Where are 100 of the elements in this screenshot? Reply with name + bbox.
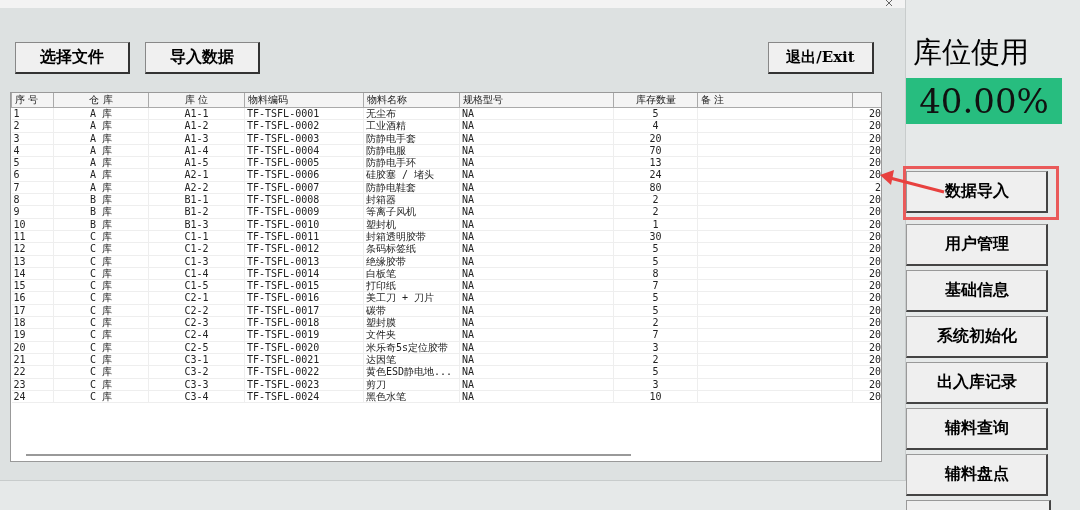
table-cell: NA	[462, 120, 475, 132]
table-cell: NA	[462, 280, 475, 292]
table-cell: 20	[868, 230, 881, 242]
table-cell: 20	[868, 304, 881, 316]
table-cell: TF-TSFL-0022	[247, 366, 320, 378]
table-cell: NA	[462, 108, 475, 119]
table-cell: 30	[649, 230, 662, 242]
table-cell: 5	[652, 243, 659, 255]
table-cell: TF-TSFL-0016	[247, 292, 320, 304]
column-header[interactable]: 仓 库	[53, 93, 149, 108]
table-cell: TF-TSFL-0018	[247, 317, 320, 329]
toolbar-button[interactable]: 选择文件	[15, 42, 130, 74]
table-cell: 美工刀 + 刀片	[366, 292, 435, 304]
table-cell: 23	[13, 378, 26, 390]
table-cell: C 库	[89, 243, 112, 255]
table-cell: A2-2	[184, 181, 209, 193]
table-cell: B1-1	[184, 194, 209, 206]
table-cell: 20	[868, 329, 881, 341]
table-cell: 20	[868, 120, 881, 132]
table-cell: 20	[868, 157, 881, 169]
table-cell: A1-2	[184, 120, 209, 132]
nav-button[interactable]: 出入库记录	[906, 362, 1048, 404]
table-cell: A1-5	[184, 157, 209, 169]
table-cell: 20	[868, 255, 881, 267]
table-cell: 17	[13, 304, 26, 316]
table-cell: 打印纸	[366, 280, 396, 292]
table-cell: 20	[868, 267, 881, 279]
table-cell: 22	[13, 366, 26, 378]
table-cell: 硅胶塞 / 堵头	[366, 169, 435, 181]
table-cell: A1-1	[184, 108, 209, 119]
table-cell: 等离子风机	[366, 206, 416, 218]
table-cell: 5	[652, 366, 659, 378]
table-cell: 2	[874, 181, 881, 193]
table-cell: 防静电手套	[366, 132, 416, 144]
table-cell: TF-TSFL-0001	[247, 108, 320, 119]
table-cell: C2-2	[184, 304, 209, 316]
nav-button[interactable]: 系统初始化	[906, 316, 1048, 358]
table-cell: 20	[868, 243, 881, 255]
table-cell: 20	[868, 108, 881, 119]
table-cell: C 库	[89, 292, 112, 304]
exit-button[interactable]: 退出/Exit	[768, 42, 874, 74]
table-cell: 条码标签纸	[366, 243, 416, 255]
column-header[interactable]: 序 号	[11, 93, 54, 108]
table-cell: 80	[649, 181, 662, 193]
table-cell: TF-TSFL-0004	[247, 144, 320, 156]
nav-button[interactable]: 基础信息	[906, 270, 1048, 312]
table-cell: 21	[13, 353, 26, 365]
table-cell: C1-1	[184, 230, 209, 242]
nav-button[interactable]: 辅料盘点	[906, 454, 1048, 496]
table-cell: 24	[13, 390, 26, 402]
nav-button[interactable]: 数据导入	[906, 171, 1048, 213]
table-cell: NA	[462, 317, 475, 329]
table-cell: TF-TSFL-0012	[247, 243, 320, 255]
table-cell: TF-TSFL-0005	[247, 157, 320, 169]
column-header[interactable]: 物料编码	[244, 93, 364, 108]
table-cell: A 库	[89, 144, 112, 156]
table-cell: 18	[13, 317, 26, 329]
column-header[interactable]: 库 位	[148, 93, 245, 108]
column-header[interactable]: 规格型号	[459, 93, 614, 108]
table-cell: A 库	[89, 157, 112, 169]
table-cell: NA	[462, 181, 475, 193]
usage-label: 库位使用	[913, 34, 1029, 70]
table-cell: 20	[868, 218, 881, 230]
table-cell: 6	[13, 169, 20, 181]
nav-button[interactable]: 辅料查询	[906, 408, 1048, 450]
table-cell: A 库	[89, 132, 112, 144]
table-cell: 3	[652, 378, 659, 390]
table-cell: 20	[868, 390, 881, 402]
table-cell: NA	[462, 329, 475, 341]
table-cell: C 库	[89, 353, 112, 365]
column-header[interactable]: 物料名称	[363, 93, 460, 108]
table-cell: B 库	[89, 194, 112, 206]
table-cell: NA	[462, 230, 475, 242]
table-cell: TF-TSFL-0007	[247, 181, 320, 193]
table-cell: 5	[652, 292, 659, 304]
table-cell: 无尘布	[366, 108, 396, 119]
table-cell: C3-4	[184, 390, 209, 402]
close-icon[interactable]	[885, 0, 893, 7]
table-cell: 13	[649, 157, 662, 169]
table-cell: 3	[13, 132, 20, 144]
table-cell: 20	[868, 144, 881, 156]
table-cell: TF-TSFL-0024	[247, 390, 320, 402]
table-cell: TF-TSFL-0014	[247, 267, 320, 279]
nav-button[interactable]: 用户管理	[906, 224, 1048, 266]
table-cell: A 库	[89, 169, 112, 181]
table-cell: NA	[462, 267, 475, 279]
table-cell: TF-TSFL-0015	[247, 280, 320, 292]
column-header[interactable]: 库存数量	[613, 93, 698, 108]
table-cell: C2-5	[184, 341, 209, 353]
table-cell: 1	[13, 108, 20, 119]
table-cell: 黄色ESD静电地...	[366, 366, 453, 378]
table-cell: C 库	[89, 366, 112, 378]
table-cell: C2-1	[184, 292, 209, 304]
table-cell: 碳带	[366, 304, 386, 316]
table-cell: 20	[868, 378, 881, 390]
table-cell: 20	[13, 341, 26, 353]
table-cell: C3-3	[184, 378, 209, 390]
table-cell: 5	[13, 157, 20, 169]
toolbar-button[interactable]: 导入数据	[145, 42, 260, 74]
column-header[interactable]: 备 注	[697, 93, 853, 108]
